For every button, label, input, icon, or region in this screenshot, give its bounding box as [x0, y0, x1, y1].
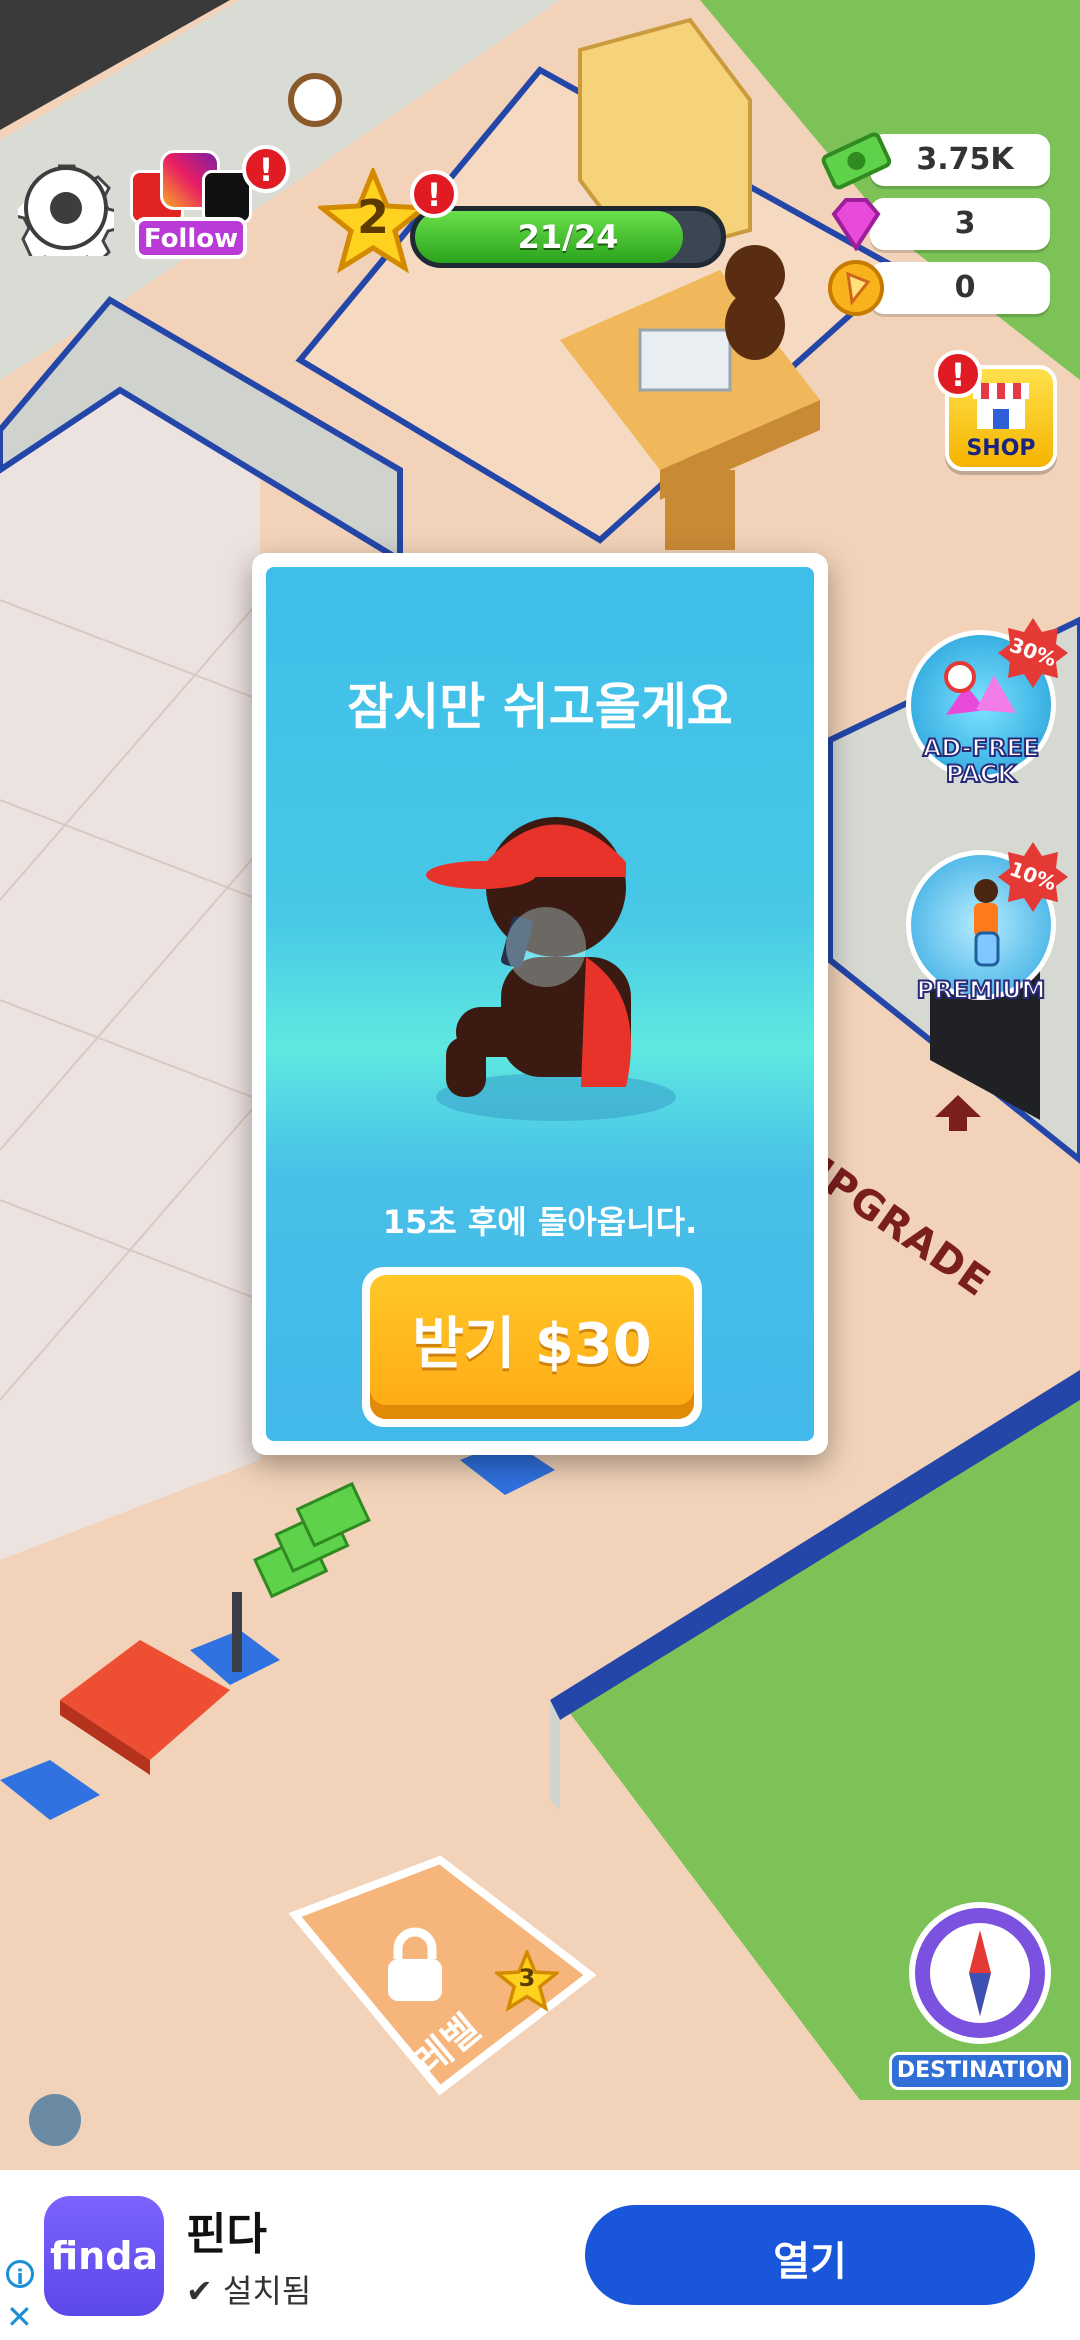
unlock-level-number: 3 — [518, 1964, 536, 1992]
ad-close-icon[interactable]: ✕ — [6, 2298, 33, 2336]
destination-button[interactable]: DESTINATION — [889, 1900, 1071, 2100]
social-alert-icon: ! — [242, 145, 290, 193]
follow-button[interactable]: Follow — [135, 217, 247, 259]
premium-label: PREMIUM — [916, 976, 1047, 1004]
upgrade-arrow-icon — [935, 1095, 981, 1131]
gem-icon — [831, 198, 881, 252]
xp-progress-bar: 21/24 — [410, 206, 726, 268]
gem-value: 3 — [954, 206, 976, 241]
ad-install-status: ✔ 설치됨 — [186, 2266, 311, 2312]
ad-free-discount-badge: 30% — [998, 618, 1068, 688]
pizza-coin-counter: 0 — [828, 260, 1050, 316]
pizza-coin-icon — [828, 260, 884, 316]
cash-value: 3.75K — [916, 142, 1014, 177]
claim-reward-label: 받기 $30 — [412, 1312, 652, 1377]
popup-countdown-text: 15초 후에 돌아옵니다. — [382, 1203, 698, 1241]
ad-logo-text: finda — [49, 2234, 159, 2278]
break-popup: 잠시만 쉬고올게요 15초 후에 돌아옵니다. 받기 $30 — [252, 553, 828, 1455]
popup-title: 잠시만 쉬고올게요 — [347, 678, 733, 736]
ad-open-button[interactable]: 열기 — [585, 2205, 1035, 2305]
gem-counter: 3 — [831, 198, 1050, 252]
level-alert-icon: ! — [410, 170, 458, 218]
pizza-coin-value: 0 — [954, 270, 976, 305]
premium-discount-badge: 10% — [998, 842, 1068, 912]
claim-reward-button[interactable]: 받기 $30 — [362, 1267, 702, 1427]
lock-icon — [388, 1927, 442, 2001]
ad-app-logo[interactable]: finda — [44, 2196, 164, 2316]
settings-gear-icon[interactable] — [11, 160, 122, 276]
ad-free-pack-label: AD-FREE PACK — [922, 734, 1041, 788]
ad-banner[interactable]: i ✕ finda 핀다 ✔ 설치됨 열기 — [0, 2170, 1080, 2340]
shop-label: SHOP — [966, 436, 1036, 461]
ad-app-name[interactable]: 핀다 — [186, 2198, 267, 2262]
break-popup-panel: 잠시만 쉬고올게요 15초 후에 돌아옵니다. 받기 $30 — [266, 567, 814, 1441]
compass-icon — [909, 1902, 1051, 2044]
ad-info-icon[interactable]: i — [6, 2260, 34, 2289]
unlock-level-star-icon: 3 — [492, 1947, 562, 2014]
destination-label: DESTINATION — [889, 2052, 1071, 2090]
xp-progress-text: 21/24 — [517, 218, 619, 256]
cash-icon — [821, 132, 892, 190]
shop-storefront-icon — [973, 383, 1029, 429]
cash-counter: 3.75K — [821, 132, 1050, 190]
resting-worker-illustration — [426, 817, 676, 1121]
ad-install-status-text: 설치됨 — [222, 2272, 312, 2310]
installed-check-icon: ✔ — [186, 2272, 213, 2310]
shop-alert-icon: ! — [934, 350, 982, 398]
ad-open-label: 열기 — [773, 2239, 847, 2285]
